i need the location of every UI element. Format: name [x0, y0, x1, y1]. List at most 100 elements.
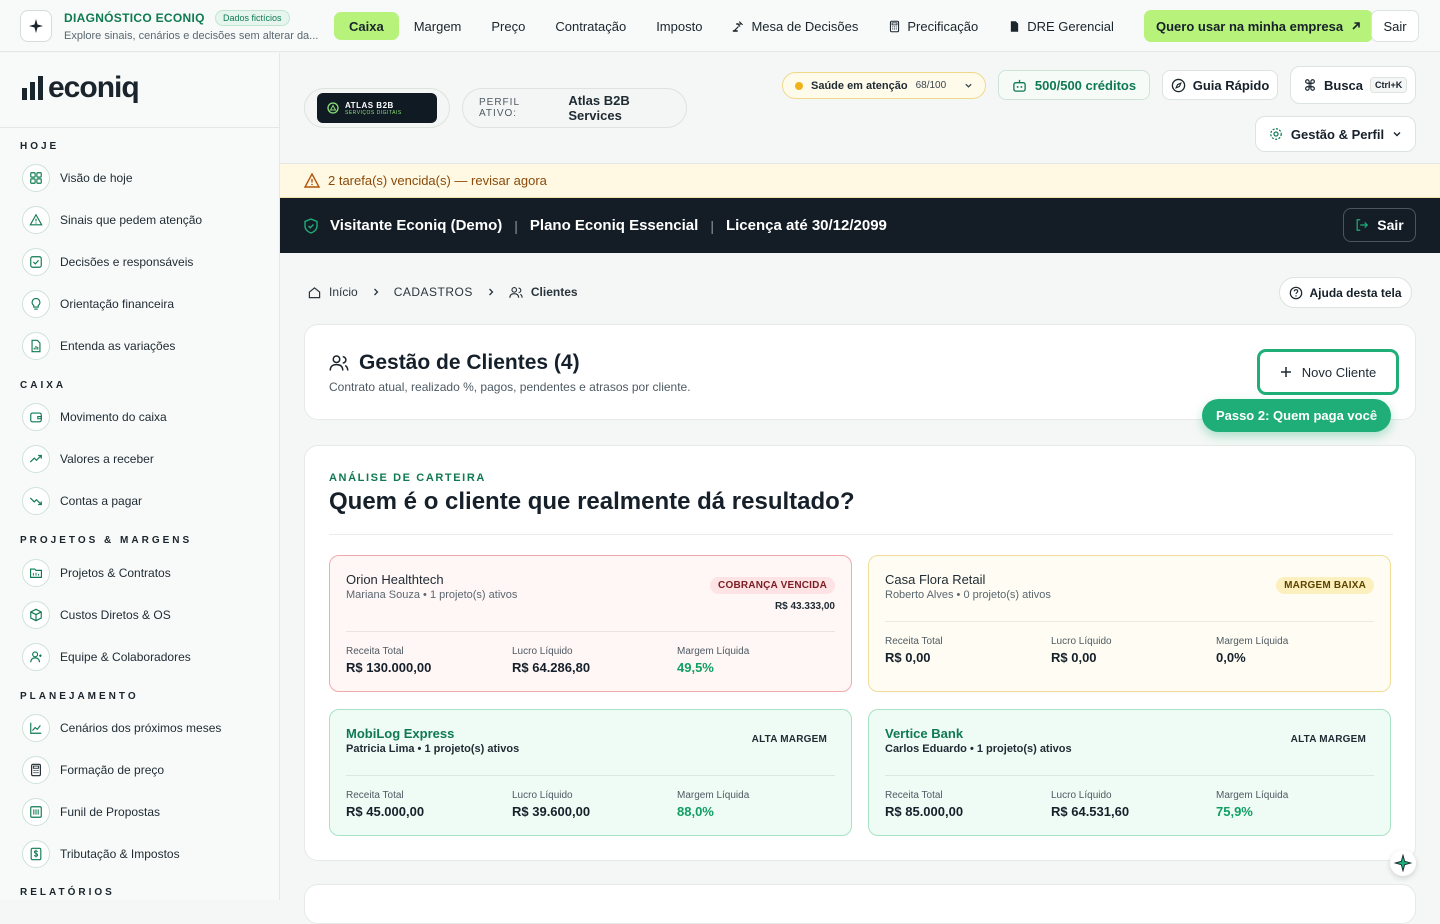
funnel-icon: [22, 798, 50, 826]
plan-name: Plano Econiq Essencial: [529, 217, 699, 234]
sidebar-item-sinais-que-pedem-atencao[interactable]: Sinais que pedem atenção: [22, 205, 202, 235]
sidebar-item-entenda-as-variacoes[interactable]: Entenda as variações: [22, 331, 175, 361]
arrow-up-right-icon: [1351, 21, 1361, 31]
topnav-tab-contratacao[interactable]: Contratação: [540, 12, 641, 40]
chevron-right-icon: [372, 288, 380, 296]
sidebar-item-formacao-de-preco[interactable]: Formação de preço: [22, 755, 164, 785]
topnav-tab-label: Mesa de Decisões: [751, 18, 859, 34]
active-profile-value: Atlas B2B Services: [568, 93, 630, 123]
sidebar-item-label: Cenários dos próximos meses: [60, 721, 222, 735]
overdue-tasks-alert[interactable]: 2 tarefa(s) vencida(s) — revisar agora: [280, 164, 1440, 198]
metric-label-lucro: Lucro Líquido: [1051, 636, 1112, 647]
metric-value-lucro: R$ 64.531,60: [1051, 804, 1130, 819]
sidebar-item-contas-a-pagar[interactable]: Contas a pagar: [22, 486, 142, 516]
sidebar-item-valores-a-receber[interactable]: Valores a receber: [22, 444, 154, 474]
sidebar-item-label: Valores a receber: [60, 452, 154, 466]
client-name: MobiLog Express: [346, 726, 455, 741]
trend-up-icon: [22, 445, 50, 473]
sidebar-item-funil-de-propostas[interactable]: Funil de Propostas: [22, 797, 160, 827]
use-in-company-button[interactable]: Quero usar na minha empresa: [1144, 10, 1374, 42]
sidebar-item-movimento-do-caixa[interactable]: Movimento do caixa: [22, 402, 167, 432]
screen-help-label: Ajuda desta tela: [1309, 285, 1402, 300]
topnav-tab-margem[interactable]: Margem: [399, 12, 477, 40]
assistant-sparkle-icon[interactable]: [1390, 850, 1416, 876]
sidebar-item-decisoes-e-responsaveis[interactable]: Decisões e responsáveis: [22, 247, 193, 277]
topnav-tab-label: Caixa: [349, 18, 384, 34]
demo-user: Visitante Econiq (Demo): [330, 217, 503, 234]
credits-label: 500/500 créditos: [1034, 77, 1137, 93]
quick-guide-button[interactable]: Guia Rápido: [1162, 70, 1278, 100]
metric-label-lucro: Lucro Líquido: [512, 790, 573, 801]
sidebar-item-tributacao-impostos[interactable]: Tributação & Impostos: [22, 839, 180, 869]
breadcrumb-current: Clientes: [530, 285, 578, 299]
separator: |: [710, 217, 714, 234]
sidebar-item-cenarios-dos-proximos-meses[interactable]: Cenários dos próximos meses: [22, 713, 221, 743]
chevron-right-icon: [487, 288, 495, 296]
metric-label-receita: Receita Total: [346, 646, 404, 657]
metric-label-lucro: Lucro Líquido: [1051, 790, 1112, 801]
econiq-logo[interactable]: econiq: [22, 71, 140, 105]
credits-button[interactable]: 500/500 créditos: [998, 70, 1150, 100]
sidebar-section-title: PROJETOS & MARGENS: [20, 535, 193, 546]
sidebar-section-title: PLANEJAMENTO: [20, 691, 139, 702]
breadcrumb-home[interactable]: Início: [329, 285, 358, 299]
topnav-tab-precificacao[interactable]: Precificação: [873, 12, 993, 40]
topnav-tab-label: DRE Gerencial: [1027, 18, 1114, 34]
sidebar-section-title: RELATÓRIOS: [20, 887, 115, 898]
sidebar-item-visao-de-hoje[interactable]: Visão de hoje: [22, 163, 133, 193]
breadcrumb-section[interactable]: CADASTROS: [394, 285, 473, 299]
metric-value-margem: 0,0%: [1216, 650, 1246, 665]
client-card[interactable]: MobiLog Express Patricia Lima • 1 projeto…: [329, 709, 852, 836]
sidebar-item-label: Contas a pagar: [60, 494, 143, 508]
next-section-card: [304, 884, 1416, 924]
license-logout-button[interactable]: Sair: [1343, 208, 1416, 242]
sparkle-icon[interactable]: [20, 10, 52, 42]
client-card[interactable]: Vertice Bank Carlos Eduardo • 1 projeto(s…: [868, 709, 1391, 836]
calculator-icon: [888, 20, 901, 33]
license-expiry: Licença até 30/12/2099: [725, 217, 887, 234]
topnav-tab-mesa-de-decisoes[interactable]: Mesa de Decisões: [717, 12, 873, 40]
sidebar-item-custos-diretos-os[interactable]: Custos Diretos & OS: [22, 600, 171, 630]
health-label: Saúde em atenção: [811, 79, 908, 92]
health-status-dropdown[interactable]: Saúde em atenção 68/100: [782, 72, 986, 99]
sidebar-item-projetos-contratos[interactable]: Projetos & Contratos: [22, 558, 171, 588]
active-profile[interactable]: PERFIL ATIVO: Atlas B2B Services: [462, 88, 687, 128]
topnav-tab-dre-gerencial[interactable]: DRE Gerencial: [993, 12, 1129, 40]
client-detail: Roberto Alves • 0 projeto(s) ativos: [885, 589, 1051, 601]
search-button[interactable]: Busca Ctrl+K: [1290, 66, 1416, 104]
sidebar-item-label: Tributação & Impostos: [60, 847, 180, 861]
cta-label: Quero usar na minha empresa: [1156, 18, 1344, 34]
license-logout-label: Sair: [1377, 217, 1404, 233]
management-profile-dropdown[interactable]: Gestão & Perfil: [1255, 116, 1416, 152]
top-bar: DIAGNÓSTICO ECONIQ Dados fictícios Explo…: [0, 0, 1440, 52]
client-card[interactable]: Orion Healthtech Mariana Souza • 1 projet…: [329, 555, 852, 692]
warning-icon: [22, 206, 50, 234]
topnav-tab-preco[interactable]: Preço: [476, 12, 540, 40]
breadcrumb: Início CADASTROS Clientes: [308, 284, 578, 300]
client-detail: Patricia Lima • 1 projeto(s) ativos: [346, 743, 520, 755]
home-icon: [308, 286, 321, 299]
metric-label-receita: Receita Total: [885, 636, 943, 647]
sidebar-item-label: Projetos & Contratos: [60, 566, 171, 580]
license-bar: Visitante Econiq (Demo) | Plano Econiq E…: [280, 198, 1440, 253]
separator: |: [514, 217, 518, 234]
diagnostic-subtitle: Explore sinais, cenários e decisões sem …: [64, 30, 319, 42]
sidebar-item-equipe-colaboradores[interactable]: Equipe & Colaboradores: [22, 642, 191, 672]
sidebar-item-label: Sinais que pedem atenção: [60, 213, 203, 227]
topnav-tab-caixa[interactable]: Caixa: [334, 12, 399, 40]
health-score: 68/100: [915, 80, 947, 91]
screen-help-button[interactable]: Ajuda desta tela: [1279, 277, 1412, 308]
compass-icon: [1171, 78, 1186, 93]
company-selector[interactable]: ATLAS B2B SERVIÇOS DIGITAIS: [304, 88, 450, 128]
client-card[interactable]: Casa Flora Retail Roberto Alves • 0 proje…: [868, 555, 1391, 692]
sidebar-item-orientacao-financeira[interactable]: Orientação financeira: [22, 289, 174, 319]
file-chart-icon: [22, 332, 50, 360]
active-profile-key: PERFIL ATIVO:: [479, 97, 520, 119]
sidebar-item-label: Equipe & Colaboradores: [60, 650, 191, 664]
client-detail: Carlos Eduardo • 1 projeto(s) ativos: [885, 743, 1072, 755]
topnav-tab-imposto[interactable]: Imposto: [641, 12, 717, 40]
logout-button[interactable]: Sair: [1371, 10, 1419, 42]
onboarding-step-badge[interactable]: Passo 2: Quem paga você: [1202, 399, 1391, 432]
client-detail: Mariana Souza • 1 projeto(s) ativos: [346, 589, 518, 601]
new-client-button[interactable]: Novo Cliente: [1257, 349, 1399, 395]
